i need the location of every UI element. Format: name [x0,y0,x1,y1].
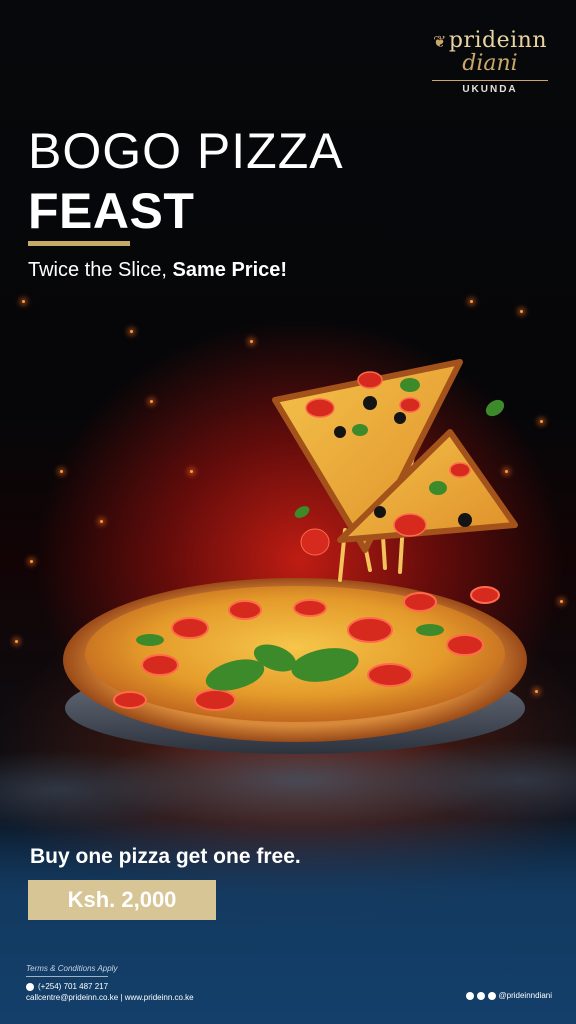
logo-divider [432,80,548,81]
logo-location: UKUNDA [462,84,518,95]
headline-line-1: BOGO PIZZA [28,123,344,179]
pizza-illustration [40,340,550,780]
phone-number: (+254) 701 487 217 [38,982,109,991]
facebook-icon[interactable] [487,991,496,1000]
price-badge: Ksh. 2,000 [28,880,216,920]
email-website[interactable]: callcentre@prideinn.co.ke | www.prideinn… [26,993,194,1002]
social-handle: @prideinndiani [498,991,553,1000]
gold-divider [28,241,130,246]
phone-contact[interactable]: (+254) 701 487 217 [26,982,108,991]
leaf-icon: ❦ [432,32,447,51]
logo-brand: ❦prideinn [432,28,548,53]
terms-text: Terms & Conditions Apply [26,964,118,973]
logo-sub: diani [462,51,518,76]
youtube-icon[interactable] [465,991,474,1000]
tagline: Twice the Slice, Same Price! [28,259,288,281]
prideinn-logo: ❦prideinn diani UKUNDA [428,28,552,95]
terms-divider [26,976,108,977]
offer-text: Buy one pizza get one free. [30,845,301,868]
headline-line-2: FEAST [28,183,195,239]
whatsapp-icon [26,982,34,991]
instagram-icon[interactable] [476,991,485,1000]
social-links[interactable]: @prideinndiani [465,991,553,1000]
